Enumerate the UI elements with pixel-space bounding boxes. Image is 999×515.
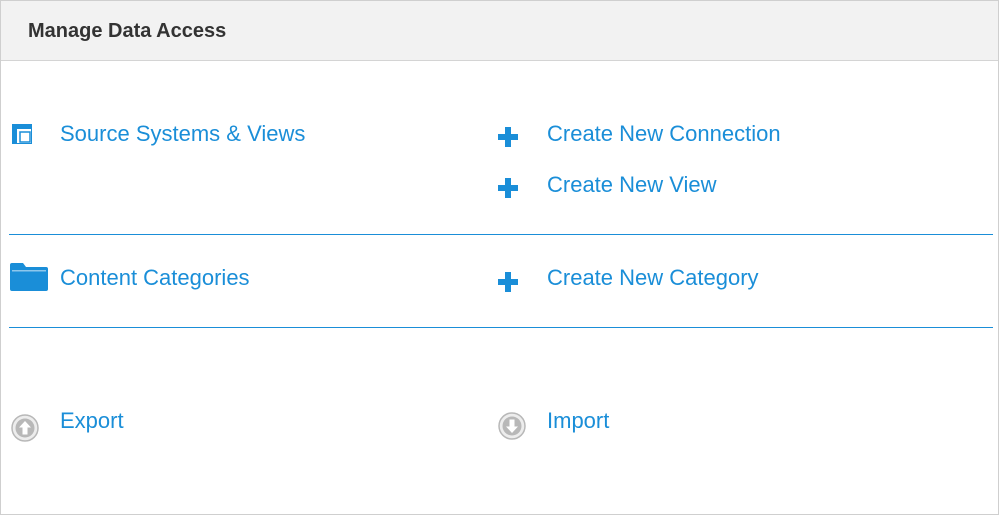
plus-icon — [498, 272, 518, 292]
export-link[interactable]: Export — [60, 408, 124, 434]
arrow-down-circle-icon — [498, 412, 526, 440]
panel-header: Manage Data Access — [1, 1, 998, 61]
panel-title: Manage Data Access — [28, 20, 227, 42]
create-new-connection-link[interactable]: Create New Connection — [547, 121, 781, 147]
create-new-view-link[interactable]: Create New View — [547, 172, 717, 198]
folder-icon — [10, 263, 48, 291]
import-link[interactable]: Import — [547, 408, 609, 434]
content-categories-link[interactable]: Content Categories — [60, 265, 250, 291]
create-new-category-link[interactable]: Create New Category — [547, 265, 759, 291]
plus-icon — [498, 127, 518, 147]
source-systems-views-link[interactable]: Source Systems & Views — [60, 121, 305, 147]
section-divider — [9, 234, 993, 235]
section-divider — [9, 327, 993, 328]
plus-icon — [498, 178, 518, 198]
manage-data-access-panel: Manage Data Access Source Systems & View… — [0, 0, 999, 515]
window-stack-icon — [12, 124, 32, 144]
arrow-up-circle-icon — [11, 414, 39, 442]
